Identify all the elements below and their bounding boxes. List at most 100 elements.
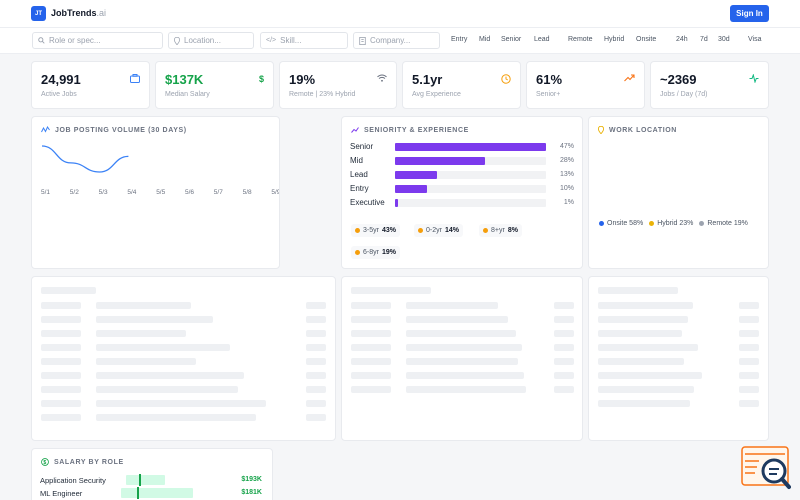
skeleton-line (41, 316, 81, 323)
experience-pill: 8+yr 8% (479, 224, 522, 237)
pill-dot (483, 228, 488, 233)
loading-panel-middle (341, 276, 583, 441)
skeleton-line (739, 302, 759, 309)
loading-panel-right (588, 276, 769, 441)
pill-dot (355, 228, 360, 233)
brand-suffix: .ai (96, 8, 107, 18)
skeleton-line (96, 414, 256, 421)
filter-remote[interactable]: Remote (568, 36, 593, 43)
skeleton-line (41, 358, 81, 365)
exp-pct: 14% (444, 227, 459, 234)
dollar-icon: $ (258, 74, 264, 84)
stat-label: Remote | 23% Hybrid (289, 91, 356, 98)
stat-label: Median Salary (165, 91, 210, 98)
skeleton-line (406, 386, 526, 393)
filter-onsite[interactable]: Onsite (636, 36, 656, 43)
legend-hybrid: Hybrid 23% (649, 220, 693, 227)
top-nav: JT JobTrends.ai Sign In (0, 0, 800, 28)
skeleton-line (306, 316, 326, 323)
role-search-input[interactable]: Role or spec... (32, 32, 163, 49)
seniority-bar-track (395, 185, 546, 193)
skeleton-line (96, 316, 213, 323)
stat-label: Jobs / Day (7d) (660, 91, 708, 98)
filter-hybrid[interactable]: Hybrid (604, 36, 624, 43)
skeleton-line (306, 358, 326, 365)
skeleton-line (41, 287, 96, 294)
panel-title: SENIORITY & EXPERIENCE (351, 126, 469, 134)
skeleton-line (406, 372, 524, 379)
experience-pill: 6-8yr 19% (351, 246, 400, 259)
skeleton-line (351, 358, 391, 365)
skeleton-line (598, 386, 694, 393)
exp-pct: 19% (381, 249, 396, 256)
legend-label: Onsite 58% (607, 220, 644, 227)
company-input[interactable]: Company... (353, 32, 440, 49)
skeleton-line (554, 386, 574, 393)
location-input[interactable]: Location... (168, 32, 254, 49)
panel-title-text: SALARY BY ROLE (54, 458, 124, 466)
skeleton-line (406, 316, 508, 323)
skeleton-line (739, 358, 759, 365)
salary-range-bar (121, 488, 193, 498)
legend-label: Remote 19% (707, 220, 748, 227)
skeleton-line (306, 302, 326, 309)
seniority-bar (395, 143, 546, 151)
filter-24h[interactable]: 24h (676, 36, 688, 43)
skeleton-line (406, 302, 498, 309)
seniority-bar (395, 171, 437, 179)
brand-name[interactable]: JobTrends.ai (51, 8, 106, 18)
filter-visa[interactable]: Visa (748, 36, 762, 43)
skeleton-line (598, 372, 702, 379)
skeleton-line (598, 358, 684, 365)
skill-input[interactable]: </> Skill... (260, 32, 348, 49)
stat-value: $137K (165, 72, 204, 87)
pill-dot (355, 250, 360, 255)
filter-senior[interactable]: Senior (501, 36, 521, 43)
seniority-bar-track (395, 171, 546, 179)
stat-value: 19% (289, 72, 316, 87)
filter-30d[interactable]: 30d (718, 36, 730, 43)
sign-in-button[interactable]: Sign In (730, 5, 769, 22)
skeleton-line (306, 344, 326, 351)
skeleton-line (351, 344, 391, 351)
brand-text: JobTrends (51, 8, 97, 18)
skeleton-line (96, 358, 196, 365)
panel-title-text: SENIORITY & EXPERIENCE (364, 126, 469, 134)
stat-value: 61% (536, 72, 563, 87)
experience-pill: 3-5yr 43% (351, 224, 400, 237)
skeleton-line (41, 386, 81, 393)
filter-7d[interactable]: 7d (700, 36, 708, 43)
stat-card-avg-experience: 5.1yr Avg Experience (402, 61, 521, 109)
legend-dot (599, 221, 604, 226)
filter-lead[interactable]: Lead (534, 36, 550, 43)
skeleton-line (554, 372, 574, 379)
skeleton-line (351, 287, 431, 294)
panel-title-text: WORK LOCATION (609, 126, 677, 134)
svg-text:$: $ (43, 460, 46, 466)
skeleton-line (598, 330, 682, 337)
search-icon (38, 37, 45, 44)
filter-mid[interactable]: Mid (479, 36, 490, 43)
stat-value: 24,991 (41, 72, 81, 87)
salary-role-label: ML Engineer (40, 489, 83, 498)
skeleton-line (41, 330, 81, 337)
seniority-pct: 47% (559, 143, 574, 150)
filter-entry[interactable]: Entry (451, 36, 467, 43)
location-legend: Onsite 58% Hybrid 23% Remote 19% (599, 220, 748, 227)
stat-card-remote: 19% Remote | 23% Hybrid (279, 61, 397, 109)
skeleton-line (96, 344, 230, 351)
skeleton-line (739, 316, 759, 323)
exp-range: 0-2yr (426, 227, 442, 234)
x-tick-label: 5/5 (156, 189, 166, 196)
skeleton-line (351, 372, 391, 379)
job-volume-panel: JOB POSTING VOLUME (30 DAYS) 5/1 5/2 5/3 5/… (31, 116, 280, 269)
x-tick-label: 5/8 (242, 189, 252, 196)
pulse-icon (749, 74, 759, 83)
skeleton-line (306, 414, 326, 421)
logo[interactable]: JT (31, 6, 46, 21)
skeleton-line (306, 372, 326, 379)
pin-icon (174, 36, 180, 45)
skeleton-line (41, 302, 81, 309)
pill-dot (418, 228, 423, 233)
support-chat-widget[interactable] (741, 445, 791, 491)
